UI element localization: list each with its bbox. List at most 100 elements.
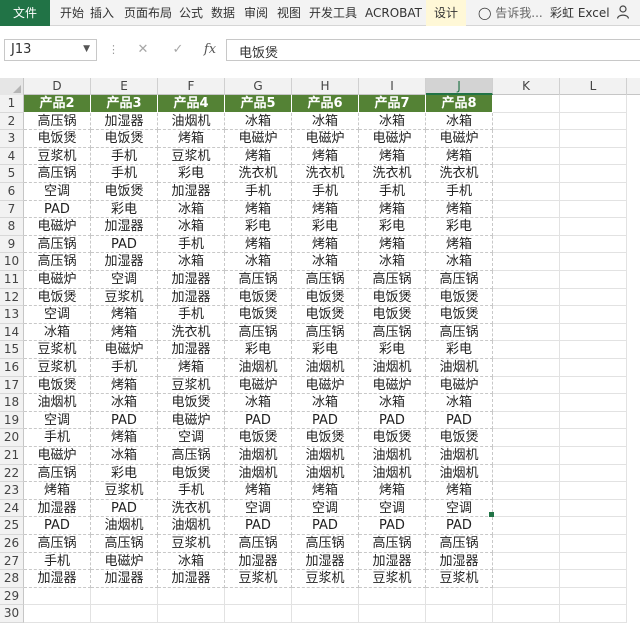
cell-d29[interactable]	[24, 587, 91, 606]
cell-h26[interactable]: 高压锅	[292, 535, 359, 553]
cell-j3[interactable]: 电磁炉	[426, 130, 493, 148]
cell-d21[interactable]: 电磁炉	[24, 447, 91, 465]
cell-d27[interactable]: 手机	[24, 552, 91, 571]
cell-d9[interactable]: 高压锅	[24, 235, 91, 254]
cell-g25[interactable]: PAD	[225, 517, 292, 535]
cell-e25[interactable]: 油烟机	[91, 517, 158, 535]
column-header-k[interactable]: K	[493, 78, 560, 95]
cell-h28[interactable]: 豆浆机	[292, 570, 359, 588]
column-header-i[interactable]: I	[359, 78, 426, 95]
cell-f24[interactable]: 洗衣机	[158, 499, 225, 518]
cell-f9[interactable]: 手机	[158, 235, 225, 254]
row-header[interactable]: 8	[0, 218, 24, 236]
cell-h1[interactable]: 产品6	[292, 95, 359, 113]
cell-f2[interactable]: 油烟机	[158, 112, 225, 131]
cell-j4[interactable]: 烤箱	[426, 147, 493, 166]
cell-i8[interactable]: 彩电	[359, 218, 426, 236]
cell-d2[interactable]: 高压锅	[24, 112, 91, 131]
cell-l13[interactable]	[560, 306, 627, 324]
cell-g24[interactable]: 空调	[225, 499, 292, 518]
cell-k4[interactable]	[493, 147, 560, 166]
cell-k22[interactable]	[493, 464, 560, 483]
cell-g11[interactable]: 高压锅	[225, 271, 292, 289]
cell-l11[interactable]	[560, 271, 627, 289]
cell-e19[interactable]: PAD	[91, 411, 158, 430]
cell-f28[interactable]: 加湿器	[158, 570, 225, 588]
chevron-down-icon[interactable]: ▼	[83, 44, 90, 54]
cell-d4[interactable]: 豆浆机	[24, 147, 91, 166]
cell-l29[interactable]	[560, 587, 627, 606]
cell-g29[interactable]	[225, 587, 292, 606]
row-header[interactable]: 19	[0, 411, 24, 430]
cell-d25[interactable]: PAD	[24, 517, 91, 535]
cell-h3[interactable]: 电磁炉	[292, 130, 359, 148]
cell-f11[interactable]: 加湿器	[158, 271, 225, 289]
cell-e5[interactable]: 手机	[91, 165, 158, 183]
cell-j23[interactable]: 烤箱	[426, 482, 493, 500]
cell-d14[interactable]: 冰箱	[24, 323, 91, 342]
cell-h18[interactable]: 冰箱	[292, 394, 359, 412]
cell-d1[interactable]: 产品2	[24, 95, 91, 113]
cell-g6[interactable]: 手机	[225, 183, 292, 201]
cell-k3[interactable]	[493, 130, 560, 148]
cell-d11[interactable]: 电磁炉	[24, 271, 91, 289]
cell-g7[interactable]: 烤箱	[225, 200, 292, 219]
cell-g26[interactable]: 高压锅	[225, 535, 292, 553]
cell-i4[interactable]: 烤箱	[359, 147, 426, 166]
cell-k9[interactable]	[493, 235, 560, 254]
cell-k21[interactable]	[493, 447, 560, 465]
cell-f6[interactable]: 加湿器	[158, 183, 225, 201]
cell-d23[interactable]: 烤箱	[24, 482, 91, 500]
cell-d30[interactable]	[24, 605, 91, 623]
cell-j1[interactable]: 产品8	[426, 95, 493, 113]
row-header[interactable]: 16	[0, 359, 24, 377]
cell-e3[interactable]: 电饭煲	[91, 130, 158, 148]
cell-f21[interactable]: 高压锅	[158, 447, 225, 465]
cell-i2[interactable]: 冰箱	[359, 112, 426, 131]
tab-review[interactable]: 审阅	[244, 0, 268, 26]
cell-j10[interactable]: 冰箱	[426, 253, 493, 271]
cell-i21[interactable]: 油烟机	[359, 447, 426, 465]
cell-e26[interactable]: 高压锅	[91, 535, 158, 553]
cell-i29[interactable]	[359, 587, 426, 606]
cell-k30[interactable]	[493, 605, 560, 623]
formula-input[interactable]: 电饭煲	[226, 39, 640, 61]
cell-d3[interactable]: 电饭煲	[24, 130, 91, 148]
row-header[interactable]: 11	[0, 271, 24, 289]
cell-l25[interactable]	[560, 517, 627, 535]
cell-k27[interactable]	[493, 552, 560, 571]
row-header[interactable]: 18	[0, 394, 24, 412]
cell-e18[interactable]: 冰箱	[91, 394, 158, 412]
cell-j25[interactable]: PAD	[426, 517, 493, 535]
cell-h11[interactable]: 高压锅	[292, 271, 359, 289]
row-header[interactable]: 27	[0, 552, 24, 571]
tell-me-box[interactable]: ◯ 告诉我...	[478, 0, 543, 26]
cell-g12[interactable]: 电饭煲	[225, 288, 292, 307]
cell-l6[interactable]	[560, 183, 627, 201]
cell-h8[interactable]: 彩电	[292, 218, 359, 236]
column-header-e[interactable]: E	[91, 78, 158, 95]
cell-k24[interactable]	[493, 499, 560, 518]
cell-g1[interactable]: 产品5	[225, 95, 292, 113]
cell-h15[interactable]: 彩电	[292, 341, 359, 359]
cell-i6[interactable]: 手机	[359, 183, 426, 201]
cell-g30[interactable]	[225, 605, 292, 623]
cell-l27[interactable]	[560, 552, 627, 571]
cell-g19[interactable]: PAD	[225, 411, 292, 430]
cell-e8[interactable]: 加湿器	[91, 218, 158, 236]
cell-f14[interactable]: 洗衣机	[158, 323, 225, 342]
cell-g16[interactable]: 油烟机	[225, 359, 292, 377]
row-header[interactable]: 13	[0, 306, 24, 324]
cell-h6[interactable]: 手机	[292, 183, 359, 201]
cell-g3[interactable]: 电磁炉	[225, 130, 292, 148]
cell-e2[interactable]: 加湿器	[91, 112, 158, 131]
row-header[interactable]: 4	[0, 147, 24, 166]
cell-j2[interactable]: 冰箱	[426, 112, 493, 131]
cell-k1[interactable]	[493, 95, 560, 113]
cell-k14[interactable]	[493, 323, 560, 342]
cell-d10[interactable]: 高压锅	[24, 253, 91, 271]
cell-h24[interactable]: 空调	[292, 499, 359, 518]
row-header[interactable]: 3	[0, 130, 24, 148]
cell-l9[interactable]	[560, 235, 627, 254]
select-all-button[interactable]	[0, 78, 24, 95]
